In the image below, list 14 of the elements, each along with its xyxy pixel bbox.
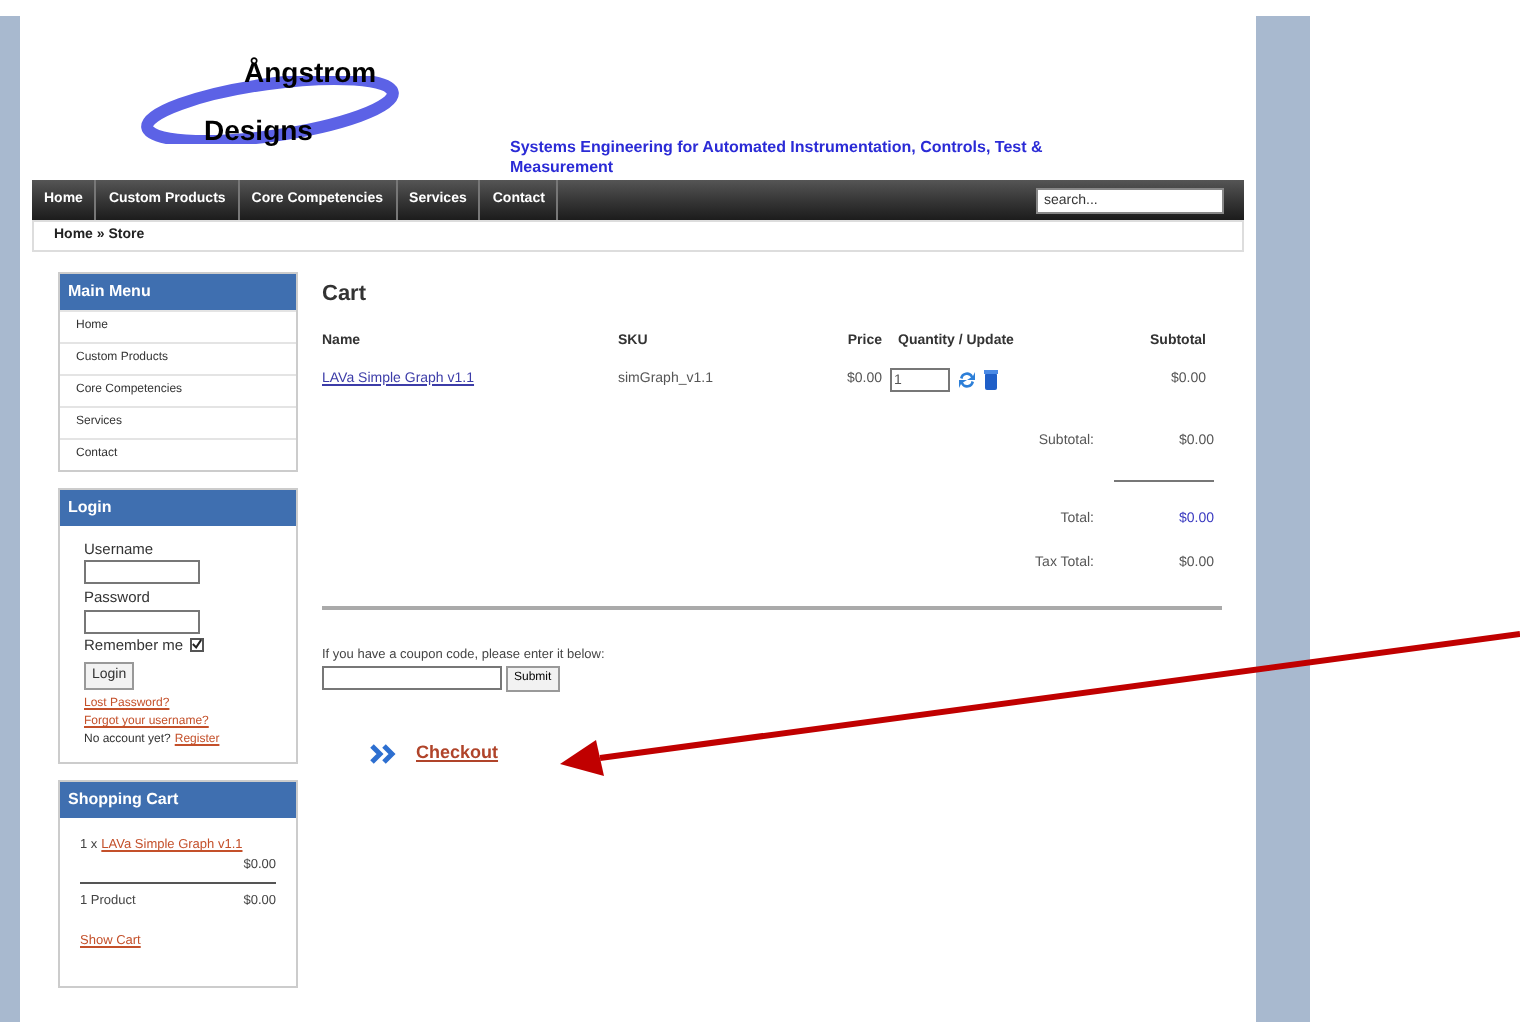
checkout-link[interactable]: Checkout: [416, 739, 499, 767]
double-chevron-icon: [370, 743, 396, 763]
username-field[interactable]: [84, 560, 200, 585]
logo-text: Designs: [204, 116, 313, 144]
refresh-icon[interactable]: [958, 370, 976, 390]
trash-icon[interactable]: [984, 370, 998, 390]
remember-checkbox[interactable]: [189, 637, 204, 652]
coupon-field[interactable]: [322, 666, 502, 691]
tagline: Systems Engineering for Automated Instrumentation, Controls, Test & Measurement: [510, 138, 1045, 178]
password-field[interactable]: [84, 609, 200, 633]
panel-header: Login: [60, 490, 296, 526]
panel-header: Main Menu: [60, 274, 296, 310]
page-heading: Cart: [322, 280, 369, 310]
panel-header: Shopping Cart: [60, 782, 296, 819]
